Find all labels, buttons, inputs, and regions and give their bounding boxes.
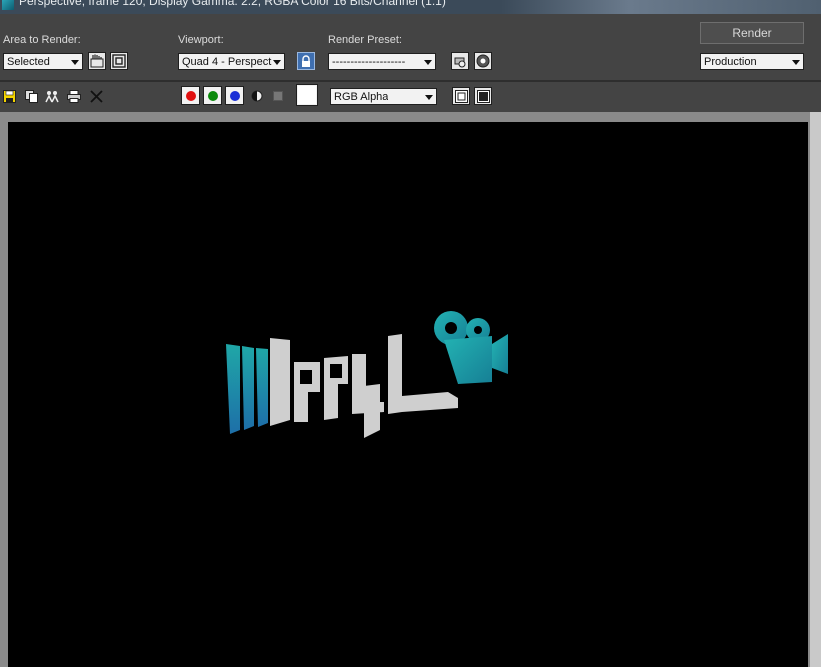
app-icon [2, 0, 14, 10]
red-channel-toggle[interactable] [181, 86, 200, 105]
logo-letters [270, 334, 458, 438]
viewport-label: Viewport: [178, 34, 224, 46]
split-display-button[interactable] [452, 87, 470, 105]
blue-channel-icon [229, 90, 240, 101]
edit-region-button[interactable] [88, 52, 106, 70]
print-image-button[interactable] [67, 89, 81, 103]
render-preset-dropdown[interactable]: -------------------- [328, 53, 436, 70]
swatch-icon [298, 86, 316, 104]
auto-region-button[interactable] [110, 52, 128, 70]
color-swatch[interactable] [296, 84, 318, 106]
logo-stripes [226, 344, 268, 434]
save-image-button[interactable] [2, 89, 16, 103]
red-channel-icon [185, 90, 196, 101]
area-to-render-label: Area to Render: [3, 34, 81, 46]
environment-button[interactable] [474, 52, 492, 70]
edit-region-icon [90, 54, 104, 68]
rendered-logo [226, 311, 508, 438]
print-icon [67, 89, 81, 103]
title-bar-glass [501, 0, 821, 14]
render-mode-dropdown[interactable]: Production [700, 53, 804, 70]
clone-window-icon [45, 90, 59, 102]
window-title: Perspective, frame 120, Display Gamma: 2… [19, 0, 446, 8]
display-channel-dropdown[interactable]: RGB Alpha [330, 88, 437, 105]
chevron-down-icon [792, 60, 800, 65]
viewport-dropdown[interactable]: Quad 4 - Perspective [178, 53, 285, 70]
chevron-down-icon [273, 60, 281, 65]
green-channel-icon [207, 90, 218, 101]
logo-camera [434, 311, 508, 384]
chevron-down-icon [71, 60, 79, 65]
clone-window-button[interactable] [45, 89, 59, 103]
right-edge [810, 112, 821, 667]
green-channel-toggle[interactable] [203, 86, 222, 105]
split-display-icon [454, 89, 468, 103]
auto-region-icon [112, 54, 126, 68]
blue-channel-toggle[interactable] [225, 86, 244, 105]
render-canvas[interactable] [8, 122, 808, 667]
area-to-render-dropdown[interactable]: Selected [3, 53, 83, 70]
lock-icon [302, 54, 310, 67]
copy-image-icon [24, 89, 38, 103]
save-image-icon [2, 89, 16, 103]
full-display-icon [476, 89, 490, 103]
clear-image-button[interactable] [89, 89, 103, 103]
render-button[interactable]: Render [700, 22, 804, 44]
monochrome-icon [273, 91, 283, 101]
render-setup-button[interactable] [451, 52, 469, 70]
copy-image-button[interactable] [24, 89, 38, 103]
environment-icon [476, 54, 490, 68]
clear-icon [89, 89, 103, 103]
lock-viewport-button[interactable] [297, 52, 315, 70]
chevron-down-icon [424, 60, 432, 65]
alpha-channel-toggle[interactable] [250, 89, 264, 103]
monochrome-toggle[interactable] [271, 89, 285, 103]
render-preset-label: Render Preset: [328, 34, 402, 46]
alpha-icon [251, 90, 263, 102]
render-setup-icon [454, 57, 466, 68]
render-toolbar [0, 14, 821, 80]
chevron-down-icon [425, 95, 433, 100]
full-display-button[interactable] [474, 87, 492, 105]
title-bar: Perspective, frame 120, Display Gamma: 2… [0, 0, 821, 14]
